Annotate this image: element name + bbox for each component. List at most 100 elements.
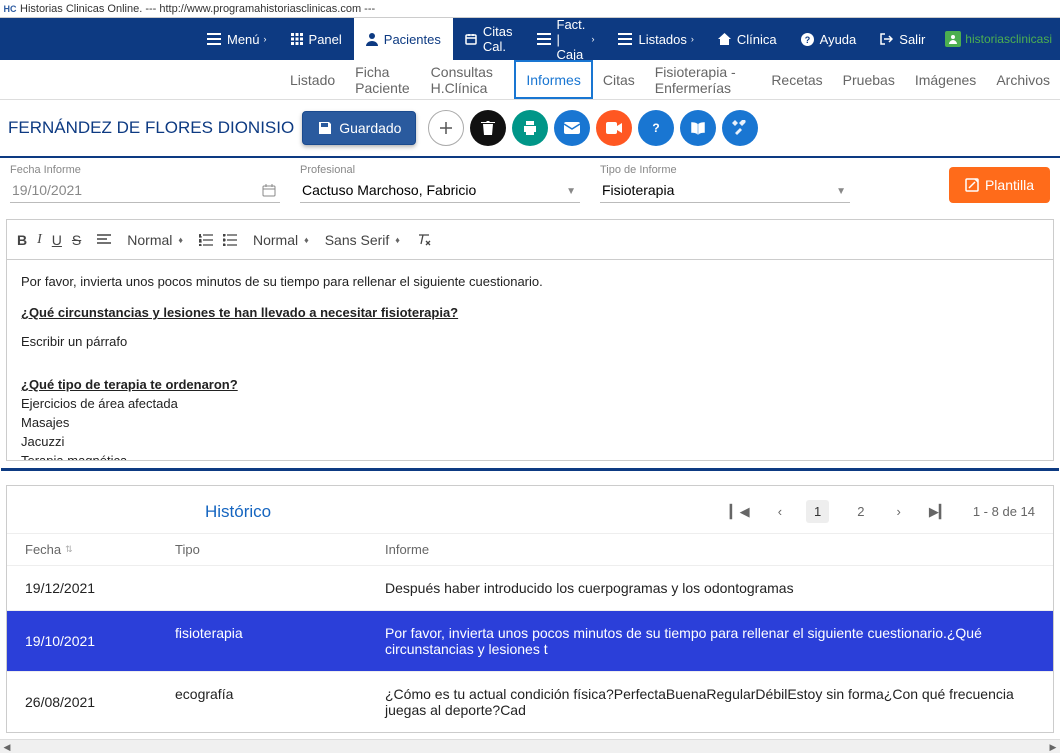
subnav-listado[interactable]: Listado xyxy=(280,60,345,99)
horizontal-scrollbar[interactable]: ◀ ▶ xyxy=(0,739,1060,753)
ordered-list-button[interactable]: 123 xyxy=(199,234,213,246)
book-button[interactable] xyxy=(680,110,716,146)
plantilla-label: Plantilla xyxy=(985,177,1034,193)
heading-label: Normal xyxy=(127,232,172,248)
help-button[interactable]: ? xyxy=(638,110,674,146)
grid-icon xyxy=(291,33,303,45)
subnav-archivos[interactable]: Archivos xyxy=(986,60,1060,99)
heading-select[interactable]: Normal ♦ xyxy=(127,232,183,248)
chevron-right-icon: › xyxy=(264,34,267,44)
video-button[interactable] xyxy=(596,110,632,146)
svg-text:?: ? xyxy=(653,121,660,135)
content-a1: Escribir un párrafo xyxy=(21,334,1039,349)
sub-nav: Listado Ficha Paciente Consultas H.Clíni… xyxy=(0,60,1060,100)
template-icon xyxy=(965,178,979,192)
size-select[interactable]: Normal ♦ xyxy=(253,232,309,248)
tipo-field: Tipo de Informe ▼ xyxy=(600,164,850,203)
table-row[interactable]: 19/12/2021 Después haber introducido los… xyxy=(7,565,1053,610)
pager-first-icon[interactable]: ▎◀ xyxy=(726,502,754,522)
subnav-recetas[interactable]: Recetas xyxy=(761,60,832,99)
content-line: Masajes xyxy=(21,415,1039,430)
window-title: Historias Clinicas Online. --- http://ww… xyxy=(20,3,375,15)
table-row[interactable]: 19/10/2021 fisioterapia Por favor, invie… xyxy=(7,610,1053,671)
pager: ▎◀ ‹ 1 2 › ▶▎ 1 - 8 de 14 xyxy=(726,500,1035,523)
col-informe[interactable]: Informe xyxy=(385,542,1035,557)
content-intro: Por favor, invierta unos pocos minutos d… xyxy=(21,274,1039,289)
dropdown-icon[interactable]: ▼ xyxy=(836,186,846,197)
subnav-pruebas[interactable]: Pruebas xyxy=(833,60,905,99)
nav-label: Pacientes xyxy=(384,32,441,47)
bold-button[interactable]: B xyxy=(17,232,27,248)
nav-ayuda[interactable]: ? Ayuda xyxy=(789,18,869,60)
nav-fact[interactable]: Fact. | Caja › xyxy=(525,18,607,60)
pager-prev-icon[interactable]: ‹ xyxy=(774,502,786,521)
scroll-left-icon[interactable]: ◀ xyxy=(0,740,14,754)
cell-tipo: ecografía xyxy=(175,686,385,718)
nav-label: Fact. | Caja xyxy=(557,17,588,62)
print-button[interactable] xyxy=(512,110,548,146)
nav-label: Citas Cal. xyxy=(483,24,513,54)
unordered-list-button[interactable] xyxy=(223,234,237,246)
nav-menu[interactable]: Menú › xyxy=(195,18,279,60)
col-fecha[interactable]: Fecha⇅ xyxy=(25,542,175,557)
home-icon xyxy=(718,33,731,45)
nav-user[interactable]: historiasclinicasi xyxy=(937,18,1060,60)
patient-toolbar: FERNÁNDEZ DE FLORES DIONISIO Guardado ? xyxy=(0,100,1060,158)
svg-text:3: 3 xyxy=(199,243,202,246)
tipo-label: Tipo de Informe xyxy=(600,164,850,176)
nav-pacientes[interactable]: Pacientes xyxy=(354,18,453,60)
subnav-ficha[interactable]: Ficha Paciente xyxy=(345,60,421,99)
nav-label: Listados xyxy=(638,32,686,47)
scroll-right-icon[interactable]: ▶ xyxy=(1046,740,1060,754)
pager-last-icon[interactable]: ▶▎ xyxy=(925,502,953,522)
window-titlebar: HC Historias Clinicas Online. --- http:/… xyxy=(0,0,1060,18)
nav-citas[interactable]: Citas Cal. xyxy=(453,18,525,60)
sort-icon: ⇅ xyxy=(65,544,73,555)
calendar-icon[interactable] xyxy=(262,183,276,197)
subnav-informes[interactable]: Informes xyxy=(514,60,592,99)
underline-button[interactable]: U xyxy=(52,232,62,248)
plantilla-button[interactable]: Plantilla xyxy=(949,167,1050,203)
menu-icon xyxy=(207,33,221,45)
cell-fecha: 19/10/2021 xyxy=(25,625,175,657)
clear-format-button[interactable] xyxy=(416,233,432,247)
tipo-input[interactable] xyxy=(600,178,850,203)
fecha-label: Fecha Informe xyxy=(10,164,280,176)
italic-button[interactable]: I xyxy=(37,232,42,248)
nav-clinica[interactable]: Clínica xyxy=(706,18,789,60)
mail-button[interactable] xyxy=(554,110,590,146)
app-icon: HC xyxy=(4,3,16,15)
font-label: Sans Serif xyxy=(325,232,390,248)
svg-text:?: ? xyxy=(804,35,810,45)
strike-button[interactable]: S xyxy=(72,232,81,248)
calendar-icon xyxy=(465,33,477,45)
nav-label: Salir xyxy=(899,32,925,47)
save-button[interactable]: Guardado xyxy=(302,111,416,145)
pager-page-2[interactable]: 2 xyxy=(849,500,872,523)
pager-next-icon[interactable]: › xyxy=(893,502,905,521)
align-button[interactable] xyxy=(97,234,111,246)
profesional-input[interactable] xyxy=(300,178,580,203)
pager-page-1[interactable]: 1 xyxy=(806,500,829,523)
col-tipo[interactable]: Tipo xyxy=(175,542,385,557)
nav-listados[interactable]: Listados › xyxy=(606,18,705,60)
subnav-imagenes[interactable]: Imágenes xyxy=(905,60,986,99)
add-button[interactable] xyxy=(428,110,464,146)
historico-table: Fecha⇅ Tipo Informe 19/12/2021 Después h… xyxy=(7,533,1053,732)
nav-salir[interactable]: Salir xyxy=(868,18,937,60)
nav-panel[interactable]: Panel xyxy=(279,18,354,60)
content-q1: ¿Qué circunstancias y lesiones te han ll… xyxy=(21,305,1039,320)
font-select[interactable]: Sans Serif ♦ xyxy=(325,232,400,248)
subnav-citas[interactable]: Citas xyxy=(593,60,645,99)
delete-button[interactable] xyxy=(470,110,506,146)
exit-icon xyxy=(880,33,893,45)
save-icon xyxy=(317,120,333,136)
tools-button[interactable] xyxy=(722,110,758,146)
subnav-fisio[interactable]: Fisioterapia - Enfermerías xyxy=(645,60,762,99)
fecha-input[interactable] xyxy=(10,178,280,203)
editor-content[interactable]: Por favor, invierta unos pocos minutos d… xyxy=(7,260,1053,460)
subnav-consultas[interactable]: Consultas H.Clínica xyxy=(421,60,515,99)
top-nav: Menú › Panel Pacientes Citas Cal. Fact. … xyxy=(0,18,1060,60)
historico-header: Histórico ▎◀ ‹ 1 2 › ▶▎ 1 - 8 de 14 xyxy=(7,486,1053,533)
dropdown-icon[interactable]: ▼ xyxy=(566,186,576,197)
